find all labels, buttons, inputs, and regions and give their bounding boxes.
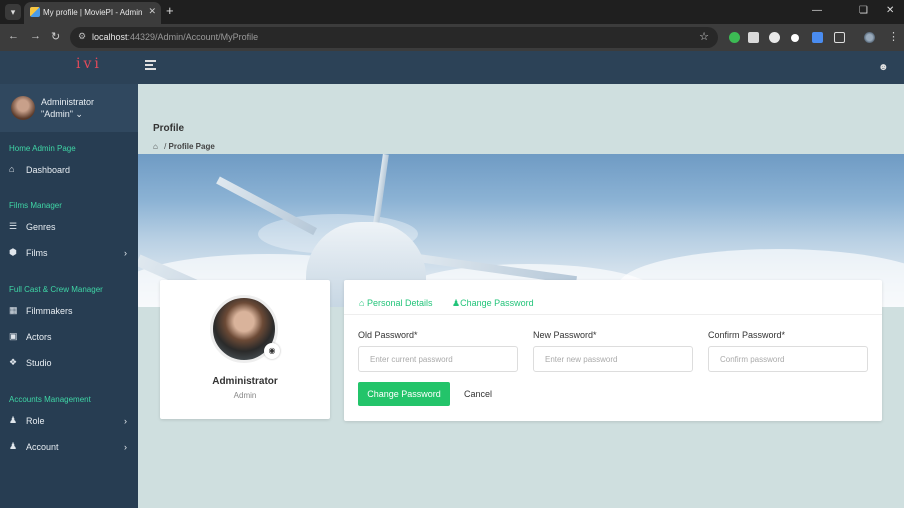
extension-icon[interactable] bbox=[748, 32, 759, 43]
profile-avatar-icon[interactable] bbox=[864, 32, 875, 43]
favicon-icon bbox=[30, 7, 40, 17]
home-icon: ⌂ bbox=[359, 298, 365, 308]
sidebar-item-role[interactable]: ♟ Role › bbox=[9, 415, 131, 429]
list-icon: ☰ bbox=[9, 221, 18, 231]
app-header: ivi bbox=[0, 51, 904, 84]
old-password-input[interactable] bbox=[358, 346, 518, 372]
logo[interactable]: ivi bbox=[76, 56, 108, 78]
sidebar-user-panel[interactable]: Administrator "Admin" ⌄ bbox=[0, 84, 138, 132]
new-tab-button[interactable]: + bbox=[166, 3, 174, 18]
sidebar-user-role[interactable]: "Admin" ⌄ bbox=[41, 109, 83, 120]
profile-tabs: ⌂ Personal Details ♟Change Password bbox=[344, 280, 882, 315]
extension-icon[interactable] bbox=[769, 32, 780, 43]
extension-icon[interactable] bbox=[812, 32, 823, 43]
sidebar: Administrator "Admin" ⌄ Home Admin Page … bbox=[0, 84, 138, 508]
sidebar-item-account[interactable]: ♟ Account › bbox=[9, 441, 131, 455]
bookmark-star-icon[interactable]: ☆ bbox=[699, 30, 709, 43]
chevron-right-icon: › bbox=[124, 248, 127, 258]
avatar bbox=[11, 96, 35, 120]
confirm-password-label: Confirm Password* bbox=[708, 330, 786, 340]
extension-icon[interactable] bbox=[791, 34, 799, 42]
profile-role: Admin bbox=[233, 391, 257, 400]
settings-card: ⌂ Personal Details ♟Change Password Old … bbox=[344, 280, 882, 421]
user-icon: ♟ bbox=[452, 298, 461, 308]
id-card-icon: ▣ bbox=[9, 331, 18, 341]
new-password-input[interactable] bbox=[533, 346, 693, 372]
forward-icon[interactable]: → bbox=[30, 30, 41, 42]
sidebar-toggle-icon[interactable] bbox=[145, 60, 156, 72]
chevron-down-icon: ⌄ bbox=[75, 109, 83, 119]
sidebar-user-name: Administrator bbox=[41, 97, 95, 107]
browser-tabbar: ▾ My profile | MoviePI - Admin ✕ + — ❏ ✕ bbox=[0, 0, 904, 24]
tab-personal-details[interactable]: ⌂ Personal Details bbox=[359, 298, 432, 308]
home-icon: ⌂ bbox=[9, 164, 15, 174]
old-password-label: Old Password* bbox=[358, 330, 418, 340]
new-password-label: New Password* bbox=[533, 330, 597, 340]
dropbox-icon: ❖ bbox=[9, 357, 18, 367]
chevron-right-icon: › bbox=[124, 442, 127, 452]
section-title: Films Manager bbox=[9, 201, 62, 210]
browser-tab[interactable]: My profile | MoviePI - Admin ✕ bbox=[24, 2, 161, 24]
site-info-icon[interactable]: ⚙ bbox=[78, 31, 86, 42]
home-icon[interactable]: ⌂ bbox=[153, 142, 158, 151]
sidebar-item-studio[interactable]: ❖ Studio bbox=[9, 357, 131, 371]
browser-menu-icon[interactable]: ⋮ bbox=[888, 30, 899, 43]
cancel-button[interactable]: Cancel bbox=[464, 389, 492, 399]
breadcrumb: ⌂ / Profile Page bbox=[153, 142, 215, 151]
back-icon[interactable]: ← bbox=[8, 30, 19, 42]
sidebar-item-films[interactable]: ⬢ Films › bbox=[9, 247, 131, 261]
section-title: Full Cast & Crew Manager bbox=[9, 285, 103, 294]
film-icon: ▦ bbox=[9, 305, 18, 315]
sidebar-item-genres[interactable]: ☰ Genres bbox=[9, 221, 131, 235]
section-title: Accounts Management bbox=[9, 395, 91, 404]
sidebar-item-filmmakers[interactable]: ▦ Filmmakers bbox=[9, 305, 131, 319]
page-title: Profile bbox=[153, 123, 185, 134]
tab-title: My profile | MoviePI - Admin bbox=[43, 8, 143, 17]
change-password-button[interactable]: Change Password bbox=[358, 382, 450, 406]
camera-icon[interactable]: ◉ bbox=[264, 343, 280, 359]
cube-icon: ⬢ bbox=[9, 247, 17, 257]
extensions-puzzle-icon[interactable] bbox=[834, 32, 845, 43]
section-title: Home Admin Page bbox=[9, 144, 76, 153]
address-bar[interactable]: ⚙ localhost:44329/Admin/Account/MyProfil… bbox=[70, 27, 718, 48]
confirm-password-input[interactable] bbox=[708, 346, 868, 372]
browser-toolbar: ← → ↻ ⚙ localhost:44329/Admin/Account/My… bbox=[0, 24, 904, 65]
profile-name: Administrator bbox=[212, 376, 278, 387]
sidebar-item-actors[interactable]: ▣ Actors bbox=[9, 331, 131, 345]
url-text[interactable]: localhost:44329/Admin/Account/MyProfile bbox=[92, 32, 258, 42]
extension-icon[interactable] bbox=[729, 32, 740, 43]
minimize-icon[interactable]: — bbox=[812, 5, 822, 16]
main-content: Profile ⌂ / Profile Page ◉ Administrator… bbox=[138, 84, 904, 508]
window-close-icon[interactable]: ✕ bbox=[886, 5, 894, 16]
tab-change-password[interactable]: ♟Change Password bbox=[452, 298, 534, 309]
restore-icon[interactable]: ❏ bbox=[859, 5, 868, 16]
sidebar-item-dashboard[interactable]: ⌂ Dashboard bbox=[9, 164, 131, 178]
profile-card: ◉ Administrator Admin bbox=[160, 280, 330, 419]
user-menu-icon[interactable]: ☻ bbox=[878, 62, 889, 73]
reload-icon[interactable]: ↻ bbox=[51, 30, 60, 43]
user-gear-icon: ♟ bbox=[9, 441, 18, 451]
tab-search-button[interactable]: ▾ bbox=[5, 4, 21, 20]
breadcrumb-current: Profile Page bbox=[168, 142, 215, 151]
breadcrumb-separator: / bbox=[164, 142, 167, 151]
user-gear-icon: ♟ bbox=[9, 415, 18, 425]
tab-close-icon[interactable]: ✕ bbox=[148, 6, 156, 17]
chevron-right-icon: › bbox=[124, 416, 127, 426]
